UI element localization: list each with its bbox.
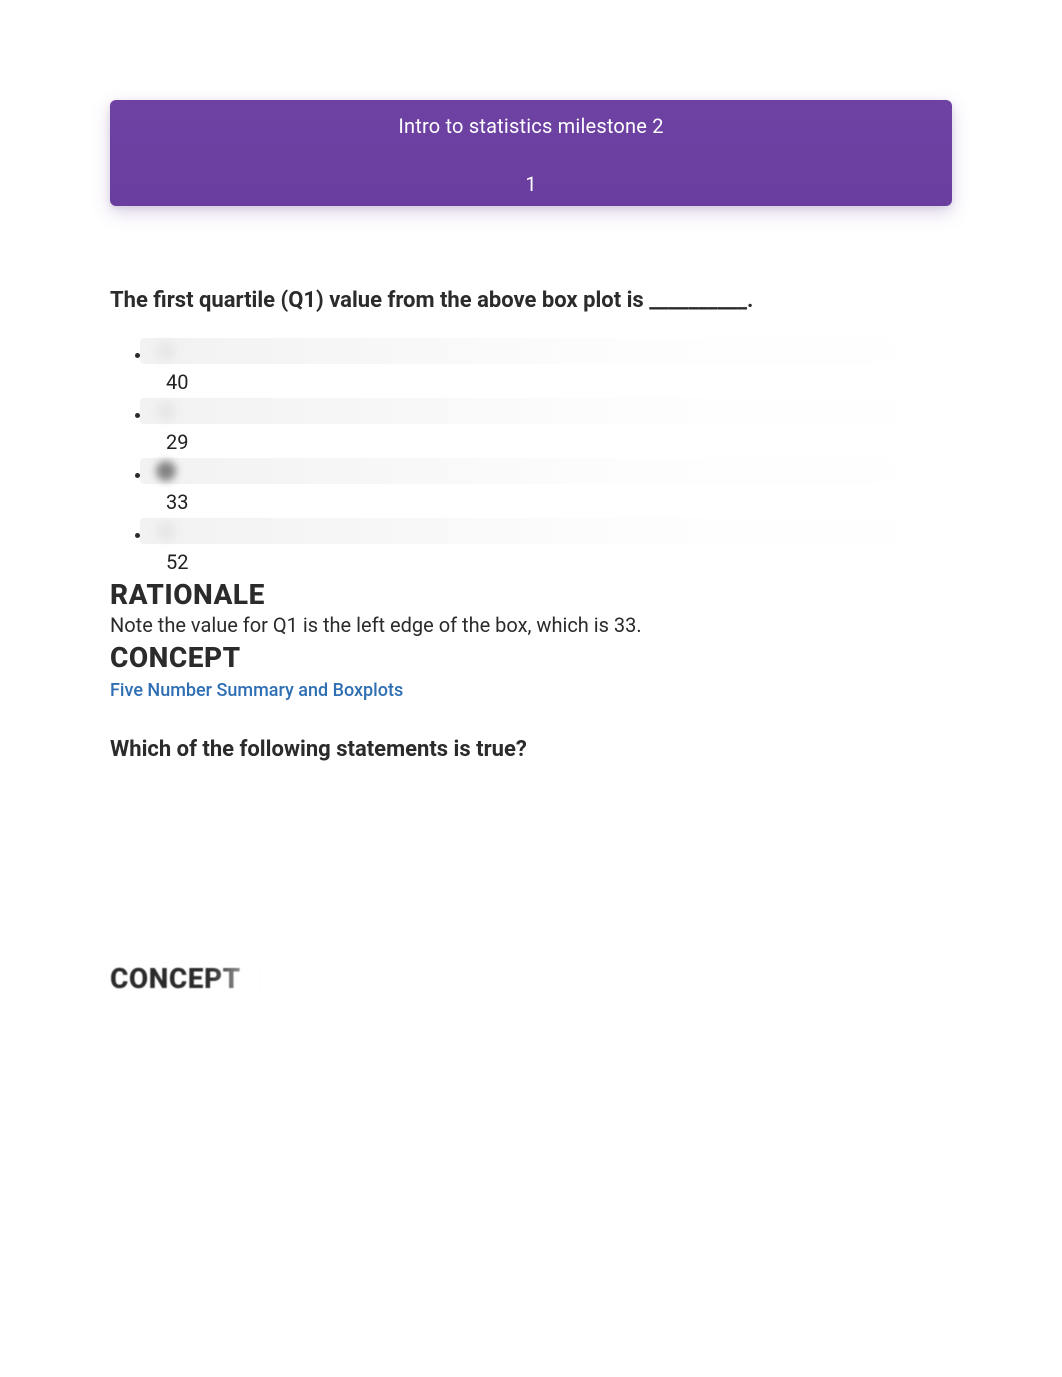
question1-prompt: The first quartile (Q1) value from the a…: [110, 286, 952, 316]
option-row[interactable]: 40: [152, 338, 952, 394]
option-row[interactable]: 33: [152, 458, 952, 514]
option-row[interactable]: 29: [152, 398, 952, 454]
radio-icon[interactable]: [156, 461, 176, 481]
question1-options: 40 29 33 52: [110, 338, 952, 574]
concept2-wrap: CONCEPT: [110, 962, 241, 995]
concept2-heading: CONCEPT: [110, 962, 241, 995]
header-title: Intro to statistics milestone 2: [110, 114, 952, 138]
rationale-text: Note the value for Q1 is the left edge o…: [110, 613, 952, 637]
concept-link[interactable]: Five Number Summary and Boxplots: [110, 680, 403, 701]
radio-icon[interactable]: [156, 521, 176, 541]
page-container: Intro to statistics milestone 2 1 The fi…: [0, 0, 1062, 1035]
header-number: 1: [110, 172, 952, 196]
option-text: 40: [166, 370, 952, 394]
concept-heading: CONCEPT: [110, 641, 952, 674]
question2-prompt: Which of the following statements is tru…: [110, 737, 952, 762]
header-banner: Intro to statistics milestone 2 1: [110, 100, 952, 206]
radio-icon[interactable]: [156, 341, 176, 361]
rationale-heading: RATIONALE: [110, 578, 952, 611]
option-text: 33: [166, 490, 952, 514]
option-row[interactable]: 52: [152, 518, 952, 574]
radio-icon[interactable]: [156, 401, 176, 421]
option-text: 29: [166, 430, 952, 454]
option-text: 52: [166, 550, 952, 574]
